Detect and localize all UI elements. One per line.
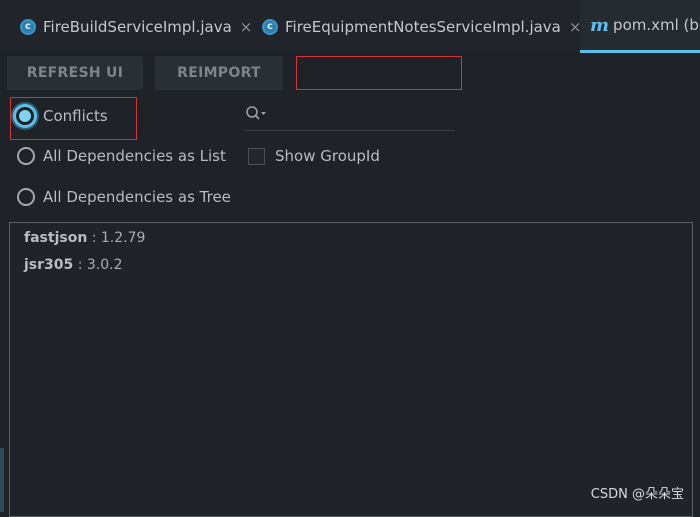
tab-label: FireEquipmentNotesServiceImpl.java — [285, 17, 561, 36]
search-field[interactable] — [244, 96, 455, 131]
search-icon — [246, 106, 266, 120]
maven-icon: m — [590, 14, 610, 36]
dependency-conflicts-list[interactable]: fastjson : 1.2.79 jsr305 : 3.0.2 — [9, 222, 693, 517]
dependency-name: jsr305 — [24, 257, 74, 273]
highlight-box — [10, 97, 137, 140]
close-icon[interactable]: × — [240, 18, 253, 36]
highlight-box — [296, 56, 462, 90]
radio-unchecked-icon[interactable] — [17, 188, 35, 206]
show-groupid-checkbox[interactable]: Show GroupId — [248, 147, 380, 165]
dependency-version: : 1.2.79 — [87, 230, 146, 246]
all-dependencies-list-radio[interactable]: All Dependencies as List — [17, 147, 226, 165]
list-item[interactable]: fastjson : 1.2.79 — [24, 230, 145, 246]
all-dependencies-tree-radio[interactable]: All Dependencies as Tree — [17, 188, 231, 206]
editor-tab-bar: c FireBuildServiceImpl.java × c FireEqui… — [0, 0, 700, 53]
tab-label: FireBuildServiceImpl.java — [43, 17, 232, 36]
dependency-name: fastjson — [24, 230, 88, 246]
all-dependencies-tree-label: All Dependencies as Tree — [43, 188, 231, 206]
tab-label: pom.xml (bl — [613, 16, 700, 34]
tab-fire-build-service-impl[interactable]: c FireBuildServiceImpl.java × — [20, 0, 252, 53]
watermark: CSDN @朵朵宝 — [590, 487, 684, 502]
reimport-button[interactable]: REIMPORT — [155, 56, 283, 90]
radio-unchecked-icon[interactable] — [17, 147, 35, 165]
show-groupid-label: Show GroupId — [275, 147, 380, 165]
all-dependencies-list-label: All Dependencies as List — [43, 147, 226, 165]
java-class-icon: c — [20, 18, 36, 35]
tab-fire-equipment-notes-service-impl[interactable]: c FireEquipmentNotesServiceImpl.java × — [262, 0, 581, 53]
refresh-ui-button[interactable]: REFRESH UI — [7, 56, 143, 90]
left-gutter-marker — [0, 448, 4, 512]
dependency-version: : 3.0.2 — [73, 257, 123, 273]
java-class-icon: c — [262, 18, 278, 35]
tab-pom-xml[interactable]: m pom.xml (bl — [580, 0, 700, 53]
checkbox-icon[interactable] — [248, 147, 265, 165]
list-item[interactable]: jsr305 : 3.0.2 — [24, 257, 123, 273]
